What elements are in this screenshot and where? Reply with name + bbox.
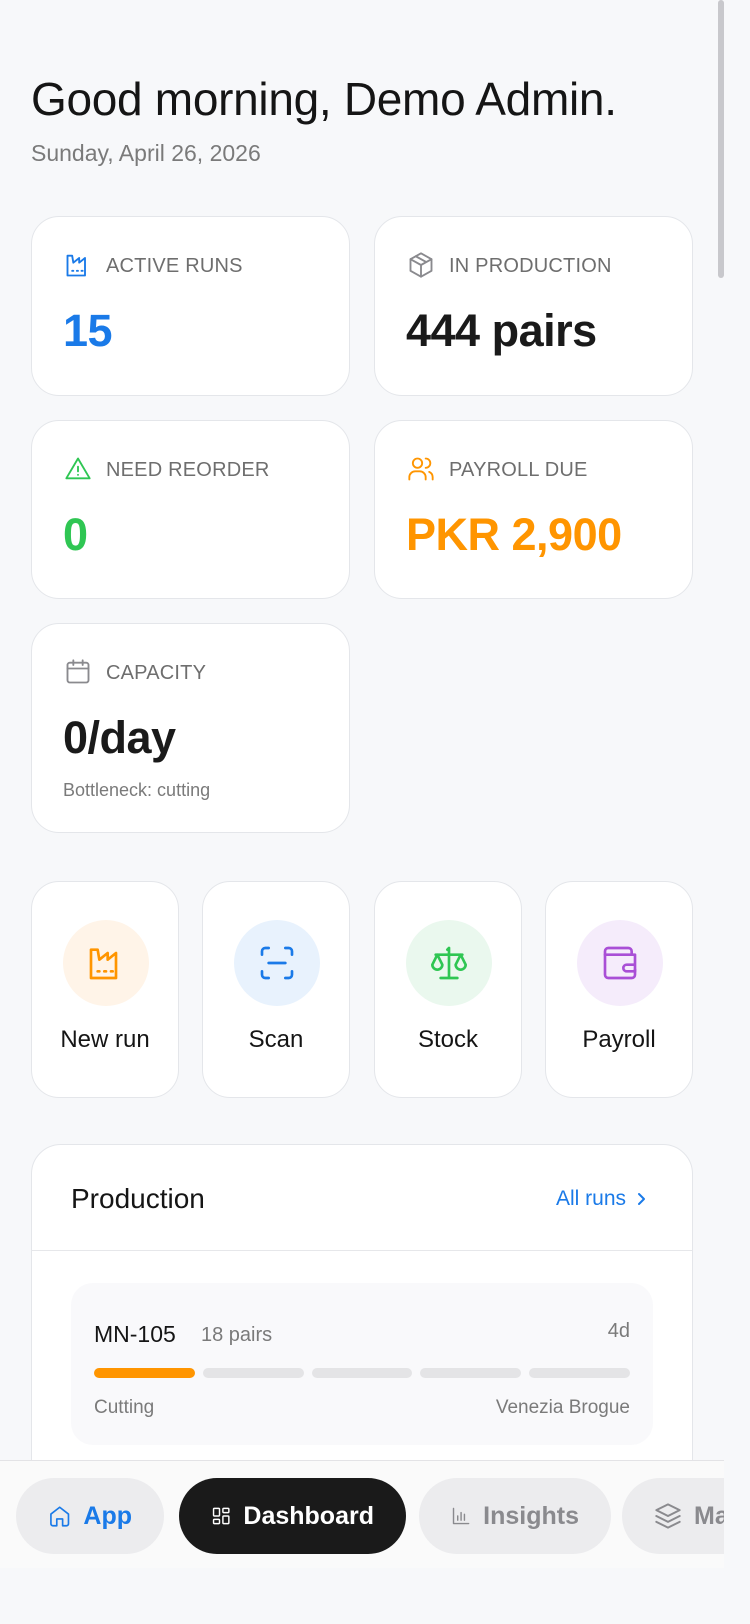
stock-label: Stock [417, 1026, 479, 1053]
in-production-value: 444 pairs [406, 305, 597, 356]
nav-app-label: App [83, 1501, 132, 1530]
panel-divider [32, 1250, 692, 1251]
alert-triangle-icon [65, 457, 91, 480]
grid-icon [212, 1507, 230, 1525]
progress-segment [202, 1368, 304, 1378]
new-run-label: New run [60, 1026, 150, 1053]
run-age: 4d [607, 1320, 630, 1342]
progress-segment [311, 1368, 413, 1378]
run-code: MN-105 [94, 1321, 176, 1347]
active-runs-value: 15 [63, 305, 113, 356]
progress-segment [420, 1368, 522, 1378]
stock-icon-circle [406, 920, 492, 1006]
nav-dashboard-label: Dashboard [243, 1501, 374, 1530]
run-model: Venezia Brogue [495, 1397, 630, 1418]
bar-chart-icon [452, 1507, 470, 1525]
payroll-due-value: PKR 2,900 [406, 509, 622, 560]
all-runs-link[interactable]: All runs [556, 1187, 648, 1211]
new-run-button[interactable]: New run [31, 881, 179, 1098]
production-run-item[interactable]: MN-105 18 pairs 4d Cutting Venezia Brogu… [71, 1283, 653, 1445]
in-production-label: IN PRODUCTION [449, 255, 612, 277]
capacity-label: CAPACITY [106, 662, 207, 684]
in-production-card[interactable]: IN PRODUCTION 444 pairs [374, 216, 693, 396]
home-icon [50, 1506, 70, 1527]
chevron-right-icon [638, 1193, 645, 1205]
new-run-icon-circle [63, 920, 149, 1006]
bottom-nav: App Dashboard Insights Ma [0, 1460, 724, 1568]
nav-insights-label: Insights [483, 1501, 579, 1530]
run-progress-bar [94, 1368, 630, 1378]
payroll-icon-circle [577, 920, 663, 1006]
nav-insights[interactable]: Insights [419, 1478, 611, 1554]
nav-more[interactable]: Ma [622, 1478, 724, 1554]
nav-more-label: Ma [694, 1501, 724, 1530]
need-reorder-card[interactable]: NEED REORDER 0 [31, 420, 350, 599]
wallet-icon [603, 946, 637, 980]
scan-icon-circle [234, 920, 320, 1006]
date-label: Sunday, April 26, 2026 [31, 140, 261, 166]
progress-segment [94, 1368, 195, 1378]
active-runs-label: ACTIVE RUNS [106, 255, 243, 277]
scrollbar[interactable] [718, 0, 724, 278]
users-icon [408, 457, 434, 481]
run-stage: Cutting [94, 1397, 155, 1418]
need-reorder-label: NEED REORDER [106, 459, 270, 481]
payroll-due-label: PAYROLL DUE [449, 459, 588, 481]
greeting-title: Good morning, Demo Admin. [31, 73, 617, 125]
calendar-icon [66, 659, 90, 684]
capacity-card[interactable]: CAPACITY 0/day Bottleneck: cutting [31, 623, 350, 833]
stock-button[interactable]: Stock [374, 881, 522, 1098]
all-runs-label: All runs [555, 1187, 626, 1210]
scan-button[interactable]: Scan [202, 881, 350, 1098]
nav-app[interactable]: App [16, 1478, 164, 1554]
scan-icon [260, 946, 294, 980]
capacity-value: 0/day [63, 712, 176, 763]
payroll-label: Payroll [582, 1026, 656, 1053]
factory-icon [66, 254, 86, 277]
production-title: Production [71, 1183, 205, 1214]
payroll-button[interactable]: Payroll [545, 881, 693, 1098]
active-runs-card[interactable]: ACTIVE RUNS 15 [31, 216, 350, 396]
box-icon [409, 252, 433, 278]
need-reorder-value: 0 [63, 509, 88, 560]
progress-segment [529, 1368, 630, 1378]
scale-icon [431, 946, 467, 980]
payroll-due-card[interactable]: PAYROLL DUE PKR 2,900 [374, 420, 693, 599]
scan-label: Scan [248, 1026, 304, 1053]
factory-icon [89, 948, 118, 980]
layers-icon [655, 1503, 681, 1529]
bottleneck-label: Bottleneck: cutting [63, 780, 211, 800]
run-pairs: 18 pairs [201, 1324, 273, 1346]
nav-dashboard[interactable]: Dashboard [179, 1478, 406, 1554]
